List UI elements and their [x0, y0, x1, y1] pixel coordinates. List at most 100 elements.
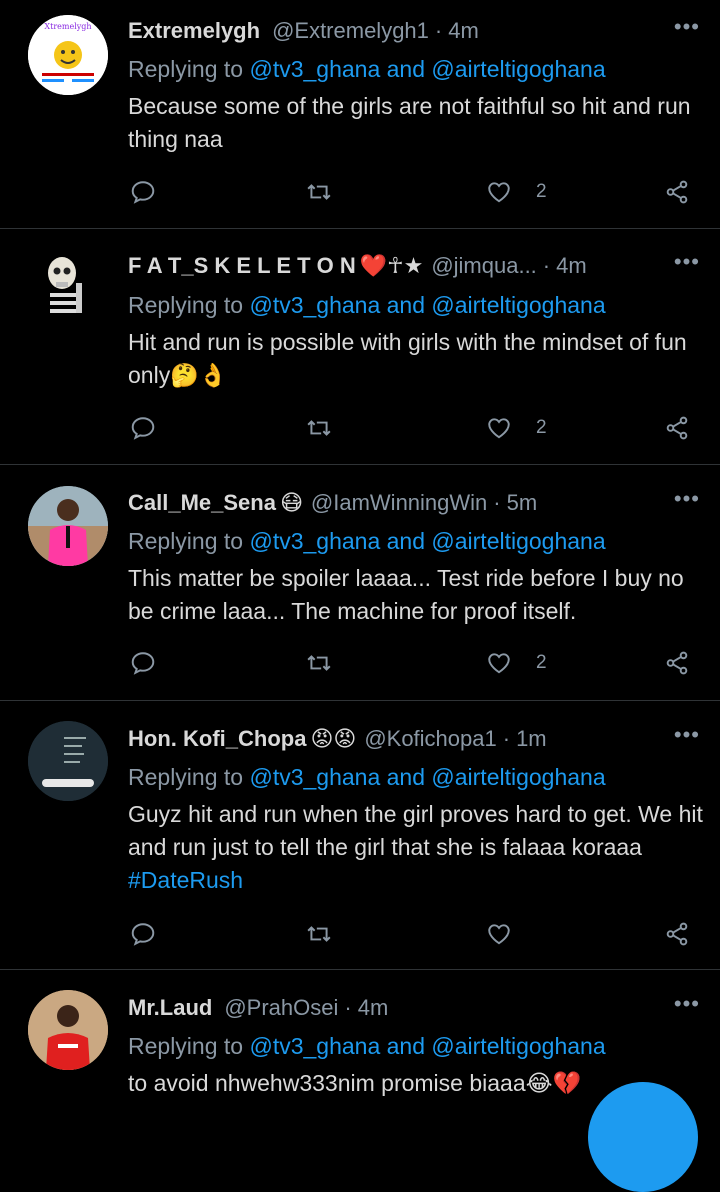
retweet-button[interactable] [306, 411, 332, 445]
action-bar: 2 [128, 175, 698, 209]
more-options-icon[interactable]: ••• [674, 991, 700, 1017]
avatar[interactable] [28, 990, 108, 1070]
avatar[interactable]: Xtremelygh [28, 15, 108, 95]
tweet-body: Because some of the girls are not faithf… [128, 93, 691, 152]
tweet-body: Hit and run is possible with girls with … [128, 329, 687, 388]
handle[interactable]: @IamWinningWin [311, 490, 487, 516]
tweet-header: Hon. Kofi_Chopa 😡😡 @Kofichopa1 · 1m ••• [128, 722, 700, 756]
replying-prefix: Replying to [128, 1033, 244, 1059]
retweet-button[interactable] [306, 646, 332, 680]
hashtag-link[interactable]: #DateRush [128, 867, 243, 893]
like-button[interactable]: 2 [486, 411, 547, 445]
like-count: 2 [536, 417, 547, 438]
share-icon [666, 651, 688, 675]
more-options-icon[interactable]: ••• [674, 722, 700, 748]
replying-to-link[interactable]: @tv3_ghana and @airteltigoghana [249, 292, 605, 318]
retweet-icon [307, 420, 331, 436]
share-icon [666, 180, 688, 204]
replying-to-link[interactable]: @tv3_ghana and @airteltigoghana [249, 528, 605, 554]
display-name[interactable]: Hon. Kofi_Chopa [128, 726, 306, 752]
replying-to-link[interactable]: @tv3_ghana and @airteltigoghana [249, 56, 605, 82]
tweet[interactable]: Mr.Laud @PrahOsei · 4m ••• Replying to @… [0, 970, 720, 1108]
display-name[interactable]: Mr.Laud [128, 995, 212, 1021]
replying-prefix: Replying to [128, 292, 244, 318]
separator: · [502, 726, 511, 751]
handle[interactable]: @PrahOsei [224, 995, 338, 1021]
compose-tweet-button[interactable] [588, 1082, 698, 1192]
like-count: 2 [536, 181, 547, 202]
timestamp[interactable]: 5m [507, 490, 538, 516]
tweet-text: Guyz hit and run when the girl proves ha… [128, 798, 703, 897]
heart-icon [488, 418, 510, 439]
display-name[interactable]: Extremelygh [128, 18, 260, 44]
tweet-body: Guyz hit and run when the girl proves ha… [128, 801, 703, 860]
share-button[interactable] [664, 175, 690, 209]
handle[interactable]: @Extremelygh1 [272, 18, 429, 44]
replying-prefix: Replying to [128, 764, 244, 790]
tweet-header: Mr.Laud @PrahOsei · 4m ••• [128, 991, 700, 1025]
share-button[interactable] [664, 646, 690, 680]
replying-to: Replying to @tv3_ghana and @airteltigogh… [128, 56, 606, 83]
action-bar: 2 [128, 646, 698, 680]
retweet-icon [307, 655, 331, 671]
name-emoji: ❤️☥★ [359, 253, 424, 279]
svg-text:Xtremelygh: Xtremelygh [44, 22, 91, 31]
tweet[interactable]: Xtremelygh Extremelygh @Extremelygh1 · 4… [0, 0, 720, 229]
handle[interactable]: @Kofichopa1 [364, 726, 496, 752]
timestamp[interactable]: 4m [358, 995, 389, 1021]
display-name[interactable]: F A T_S K E L E T O N [128, 253, 356, 279]
tweet[interactable]: Call_Me_Sena 😷 @IamWinningWin · 5m ••• R… [0, 465, 720, 701]
retweet-button[interactable] [306, 175, 332, 209]
reply-button[interactable] [130, 646, 156, 680]
heart-icon [488, 924, 510, 945]
more-options-icon[interactable]: ••• [674, 249, 700, 275]
reply-button[interactable] [130, 411, 156, 445]
heart-icon [488, 182, 510, 203]
like-button[interactable]: 2 [486, 175, 547, 209]
avatar[interactable] [28, 721, 108, 801]
separator: · [542, 253, 551, 278]
action-bar [128, 917, 698, 951]
tweet-text: Because some of the girls are not faithf… [128, 90, 703, 156]
replying-to: Replying to @tv3_ghana and @airteltigogh… [128, 1033, 606, 1060]
timestamp[interactable]: 1m [516, 726, 547, 752]
share-button[interactable] [664, 411, 690, 445]
timestamp[interactable]: 4m [556, 253, 587, 279]
tweet-text: Hit and run is possible with girls with … [128, 326, 703, 392]
reply-icon [131, 652, 155, 675]
avatar[interactable] [28, 249, 108, 329]
replying-to: Replying to @tv3_ghana and @airteltigogh… [128, 292, 606, 319]
share-icon [666, 416, 688, 440]
replying-to-link[interactable]: @tv3_ghana and @airteltigoghana [249, 764, 605, 790]
handle[interactable]: @jimqua... [431, 253, 536, 279]
replying-to-link[interactable]: @tv3_ghana and @airteltigoghana [249, 1033, 605, 1059]
reply-button[interactable] [130, 917, 156, 951]
action-bar: 2 [128, 411, 698, 445]
separator: · [344, 995, 352, 1020]
like-button[interactable]: 2 [486, 646, 547, 680]
reply-icon [131, 923, 155, 946]
avatar[interactable] [28, 486, 108, 566]
tweet-text: This matter be spoiler laaaa... Test rid… [128, 562, 703, 628]
like-count: 2 [536, 652, 547, 673]
display-name[interactable]: Call_Me_Sena [128, 490, 276, 516]
timestamp[interactable]: 4m [448, 18, 479, 44]
name-emoji: 😡😡 [310, 726, 357, 752]
reply-button[interactable] [130, 175, 156, 209]
heart-icon [488, 653, 510, 674]
separator: · [434, 18, 443, 43]
tweet-header: F A T_S K E L E T O N ❤️☥★ @jimqua... · … [128, 249, 700, 283]
more-options-icon[interactable]: ••• [674, 486, 700, 512]
tweet-header: Call_Me_Sena 😷 @IamWinningWin · 5m ••• [128, 486, 700, 520]
like-button[interactable] [486, 917, 512, 951]
share-button[interactable] [664, 917, 690, 951]
tweet-header: Extremelygh @Extremelygh1 · 4m ••• [128, 14, 700, 48]
tweet[interactable]: F A T_S K E L E T O N ❤️☥★ @jimqua... · … [0, 229, 720, 465]
retweet-icon [307, 184, 331, 200]
retweet-button[interactable] [306, 917, 332, 951]
tweet[interactable]: Hon. Kofi_Chopa 😡😡 @Kofichopa1 · 1m ••• … [0, 701, 720, 970]
reply-icon [131, 181, 155, 204]
retweet-icon [307, 926, 331, 942]
more-options-icon[interactable]: ••• [674, 14, 700, 40]
name-emoji: 😷 [279, 490, 303, 516]
